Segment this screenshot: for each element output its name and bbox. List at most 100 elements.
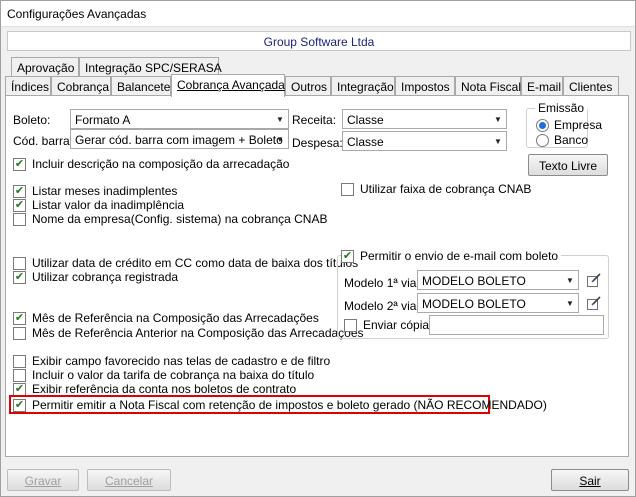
codbarra-select[interactable]: Gerar cód. barra com imagem + Boleto ▼ [70, 129, 289, 149]
tab-cobranca[interactable]: Cobrança [51, 76, 111, 96]
checkbox-label: Permitir emitir a Nota Fiscal com retenç… [32, 398, 547, 412]
panel-scrollbar[interactable] [629, 95, 635, 457]
despesa-label: Despesa: [292, 136, 343, 150]
incluir-tarifa-checkbox[interactable]: Incluir o valor da tarifa de cobrança na… [13, 368, 314, 382]
tab-label: Aprovação [17, 61, 75, 75]
checkbox-label: Incluir o valor da tarifa de cobrança na… [32, 368, 315, 382]
checkbox-label: Enviar cópia: [363, 318, 433, 332]
codbarra-label: Cód. barra: [13, 134, 74, 148]
checkbox-empty-icon [341, 182, 354, 196]
checkbox-label: Mês de Referência na Composição das Arre… [32, 311, 319, 325]
codbarra-value: Gerar cód. barra com imagem + Boleto [75, 133, 283, 147]
data-credito-checkbox[interactable]: Utilizar data de crédito em CC como data… [13, 256, 358, 270]
cobranca-avancada-panel: Boleto: Formato A ▼ Cód. barra: Gerar có… [5, 95, 629, 457]
incluir-descricao-checkbox[interactable]: ✔ Incluir descrição na composição da arr… [13, 157, 289, 171]
chevron-down-icon: ▼ [494, 114, 502, 124]
checkbox-empty-icon [13, 354, 26, 368]
checkmark-icon: ✔ [13, 382, 26, 396]
listar-meses-checkbox[interactable]: ✔ Listar meses inadimplentes [13, 184, 177, 198]
boleto-label: Boleto: [13, 113, 51, 127]
tab-cobranca-avancada[interactable]: Cobrança Avançada [171, 74, 285, 97]
tab-nota-fiscal[interactable]: Nota Fiscal [455, 76, 521, 96]
emissao-banco-radio[interactable]: Banco [536, 133, 588, 147]
tab-label: Nota Fiscal [461, 80, 522, 94]
modelo2-label: Modelo 2ª via: [344, 299, 420, 313]
mes-referencia-checkbox[interactable]: ✔ Mês de Referência na Composição das Ar… [13, 311, 319, 325]
radio-label: Banco [554, 133, 589, 147]
checkbox-empty-icon [13, 256, 26, 270]
enviar-copia-checkbox[interactable]: Enviar cópia: [344, 318, 432, 332]
tab-label: Outros [291, 80, 328, 94]
nome-empresa-checkbox[interactable]: Nome da empresa(Config. sistema) na cobr… [13, 212, 327, 226]
despesa-value: Classe [347, 135, 384, 149]
boleto-select[interactable]: Formato A ▼ [70, 109, 289, 129]
checkbox-label: Listar meses inadimplentes [32, 184, 178, 198]
mes-referencia-anterior-checkbox[interactable]: Mês de Referência Anterior na Composição… [13, 326, 364, 340]
enviar-copia-input[interactable] [429, 315, 604, 335]
modelo2-value: MODELO BOLETO [422, 297, 526, 311]
modelo2-select[interactable]: MODELO BOLETO ▼ [417, 293, 579, 313]
radio-label: Empresa [554, 118, 603, 132]
listar-valor-checkbox[interactable]: ✔ Listar valor da inadimplência [13, 198, 184, 212]
exibir-favorecido-checkbox[interactable]: Exibir campo favorecido nas telas de cad… [13, 354, 330, 368]
boleto-value: Formato A [75, 113, 131, 127]
tab-label: Integração SPC/SERASA [85, 61, 222, 75]
texto-livre-button[interactable]: Texto Livre [528, 154, 608, 176]
tab-indices[interactable]: Índices [5, 76, 51, 96]
gravar-button[interactable]: Gravar [7, 469, 79, 491]
checkmark-icon: ✔ [13, 311, 26, 325]
checkmark-icon: ✔ [341, 249, 354, 263]
receita-value: Classe [347, 113, 384, 127]
despesa-select[interactable]: Classe ▼ [342, 131, 507, 151]
checkmark-icon: ✔ [13, 184, 26, 198]
checkbox-empty-icon [13, 326, 26, 340]
exibir-referencia-checkbox[interactable]: ✔ Exibir referência da conta nos boletos… [13, 382, 296, 396]
tab-integracao[interactable]: Integração [331, 76, 395, 96]
radio-unselected-icon [536, 133, 549, 147]
tab-impostos[interactable]: Impostos [395, 76, 455, 96]
checkbox-label: Nome da empresa(Config. sistema) na cobr… [32, 212, 328, 226]
faixa-cnab-checkbox[interactable]: Utilizar faixa de cobrança CNAB [341, 182, 531, 196]
modelo1-label: Modelo 1ª via: [344, 276, 420, 290]
tab-label: Clientes [569, 80, 613, 94]
tab-outros[interactable]: Outros [285, 76, 331, 96]
modelo1-select[interactable]: MODELO BOLETO ▼ [417, 270, 579, 290]
permitir-nota-checkbox[interactable]: ✔ Permitir emitir a Nota Fiscal com rete… [13, 398, 547, 412]
cancelar-button[interactable]: Cancelar [87, 469, 171, 491]
edit-icon[interactable] [586, 272, 602, 288]
checkbox-label: Utilizar faixa de cobrança CNAB [360, 182, 532, 196]
checkmark-icon: ✔ [13, 198, 26, 212]
checkbox-label: Utilizar cobrança registrada [32, 270, 179, 284]
receita-select[interactable]: Classe ▼ [342, 109, 507, 129]
tab-label: Índices [11, 80, 50, 94]
tab-clientes[interactable]: Clientes [563, 76, 619, 96]
sair-button[interactable]: Sair [551, 469, 629, 491]
checkbox-label: Permitir o envio de e-mail com boleto [360, 249, 559, 263]
emissao-empresa-radio[interactable]: Empresa [536, 118, 602, 132]
tab-label: Integração [337, 80, 394, 94]
tab-label: E-mail [527, 80, 562, 94]
tab-label: Balancete [117, 80, 171, 94]
window-title: Configurações Avançadas [1, 1, 635, 27]
checkbox-label: Mês de Referência Anterior na Composição… [32, 326, 364, 340]
tab-aprovacao[interactable]: Aprovação [11, 57, 79, 77]
checkmark-icon: ✔ [13, 398, 26, 412]
button-label: Sair [579, 474, 601, 488]
button-label: Cancelar [104, 474, 154, 488]
checkbox-label: Exibir campo favorecido nas telas de cad… [32, 354, 331, 368]
permitir-email-checkbox[interactable]: ✔ Permitir o envio de e-mail com boleto [341, 249, 562, 263]
checkbox-label: Listar valor da inadimplência [32, 198, 185, 212]
checkbox-empty-icon [344, 318, 357, 332]
tab-balancete[interactable]: Balancete [111, 76, 171, 96]
cobranca-registrada-checkbox[interactable]: ✔ Utilizar cobrança registrada [13, 270, 178, 284]
tabrow-main: Índices Cobrança Balancete Cobrança Avan… [5, 74, 629, 97]
config-window: Configurações Avançadas Group Software L… [0, 0, 636, 497]
tab-label: Impostos [401, 80, 450, 94]
company-name: Group Software Ltda [7, 31, 631, 51]
checkbox-empty-icon [13, 368, 26, 382]
checkmark-icon: ✔ [13, 270, 26, 284]
edit-icon[interactable] [586, 295, 602, 311]
tab-label: Cobrança Avançada [177, 78, 285, 92]
emissao-legend: Emissão [535, 101, 588, 115]
tab-email[interactable]: E-mail [521, 76, 563, 96]
